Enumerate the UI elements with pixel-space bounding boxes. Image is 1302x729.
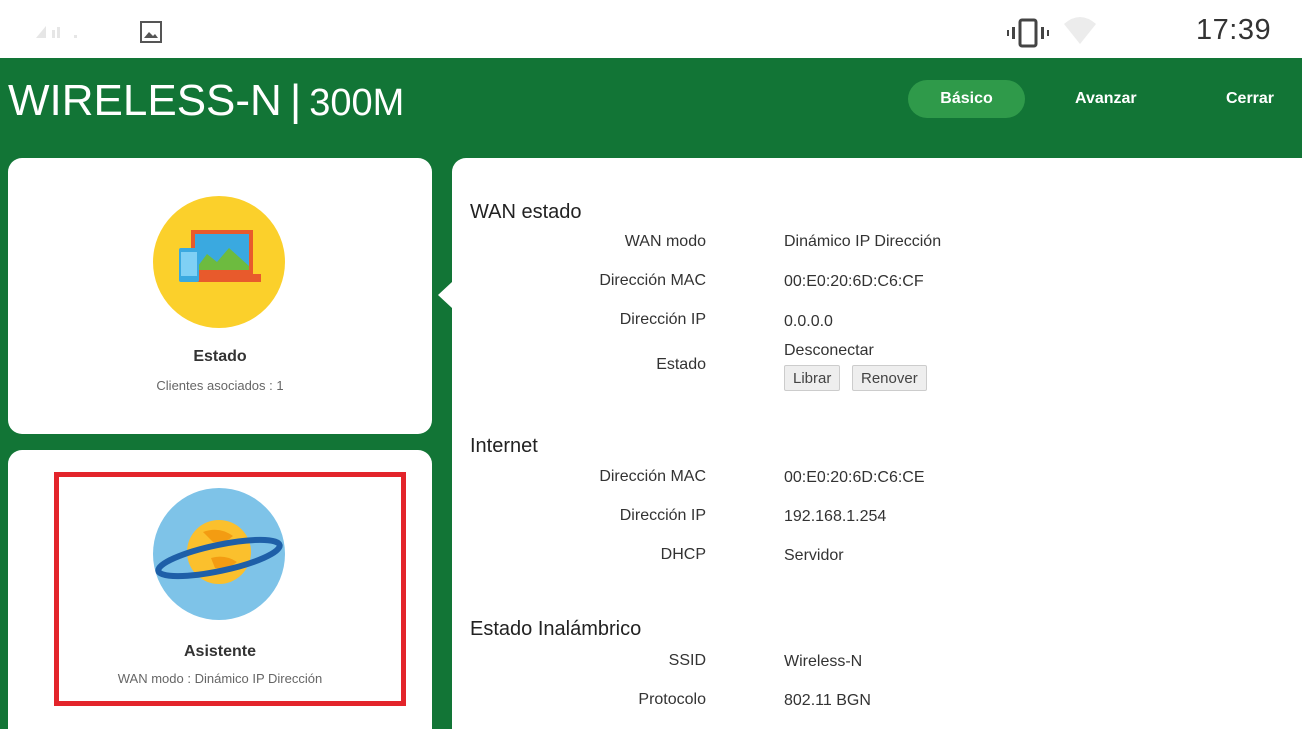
ssid-value: Wireless-N	[784, 653, 863, 670]
brand-name: WIRELESS-N	[8, 76, 282, 125]
wan-mode-label: WAN modo	[624, 233, 706, 250]
status-card-subtitle: Clientes asociados : 1	[156, 378, 284, 393]
brand-separator: |	[289, 76, 302, 125]
nav-basic-tab[interactable]: Básico	[908, 80, 1025, 118]
internet-mac-value: 00:E0:20:6D:C6:CE	[784, 469, 925, 486]
release-button[interactable]: Librar	[784, 365, 841, 391]
dhcp-label: DHCP	[660, 546, 706, 563]
wizard-circle	[153, 488, 285, 620]
wizard-card[interactable]: Asistente WAN modo : Dinámico IP Direcci…	[8, 450, 432, 729]
wan-mac-label: Dirección MAC	[599, 272, 706, 289]
protocol-label: Protocolo	[638, 691, 706, 708]
internet-ip-label: Dirección IP	[619, 507, 706, 524]
wan-section-title: WAN estado	[470, 201, 582, 223]
internet-ip-value: 192.168.1.254	[784, 508, 887, 525]
brand-speed: 300M	[309, 82, 405, 124]
planet-icon	[155, 520, 283, 584]
ssid-label: SSID	[668, 652, 706, 669]
wireless-section-title: Estado Inalámbrico	[470, 618, 642, 640]
vibrate-icon	[1007, 18, 1049, 48]
nav-advanced-tab[interactable]: Avanzar	[1075, 80, 1137, 118]
wan-state-label: Estado	[656, 356, 706, 373]
active-pointer	[438, 282, 452, 308]
status-card[interactable]: Estado Clientes asociados : 1	[8, 158, 432, 434]
wan-state-value: Desconectar	[784, 342, 874, 359]
clock: 17:39	[1196, 14, 1272, 46]
renew-button[interactable]: Renover	[852, 365, 927, 391]
header-bar: WIRELESS-N | 300M Básico Avanzar Cerrar	[0, 58, 1302, 158]
internet-section-title: Internet	[470, 435, 538, 457]
internet-mac-label: Dirección MAC	[599, 468, 706, 485]
status-circle	[153, 196, 285, 328]
wan-mode-value: Dinámico IP Dirección	[784, 233, 942, 250]
status-bar: 17:39	[0, 0, 1302, 58]
wizard-card-subtitle: WAN modo : Dinámico IP Dirección	[117, 671, 323, 686]
laptop-icon	[179, 230, 261, 282]
wan-ip-label: Dirección IP	[619, 311, 706, 328]
nav-close-link[interactable]: Cerrar	[1226, 80, 1274, 118]
image-icon	[140, 21, 162, 43]
protocol-value: 802.11 BGN	[784, 692, 871, 709]
wan-ip-value: 0.0.0.0	[784, 313, 833, 330]
wifi-icon	[1064, 17, 1096, 44]
signal-icon	[36, 26, 77, 38]
dhcp-value: Servidor	[784, 547, 844, 564]
wizard-card-title: Asistente	[183, 643, 257, 660]
info-panel: WAN estado WAN modo Dinámico IP Direcció…	[452, 158, 1302, 729]
status-card-title: Estado	[193, 348, 247, 365]
wan-mac-value: 00:E0:20:6D:C6:CF	[784, 273, 924, 290]
brand-logo: WIRELESS-N | 300M	[8, 76, 404, 126]
